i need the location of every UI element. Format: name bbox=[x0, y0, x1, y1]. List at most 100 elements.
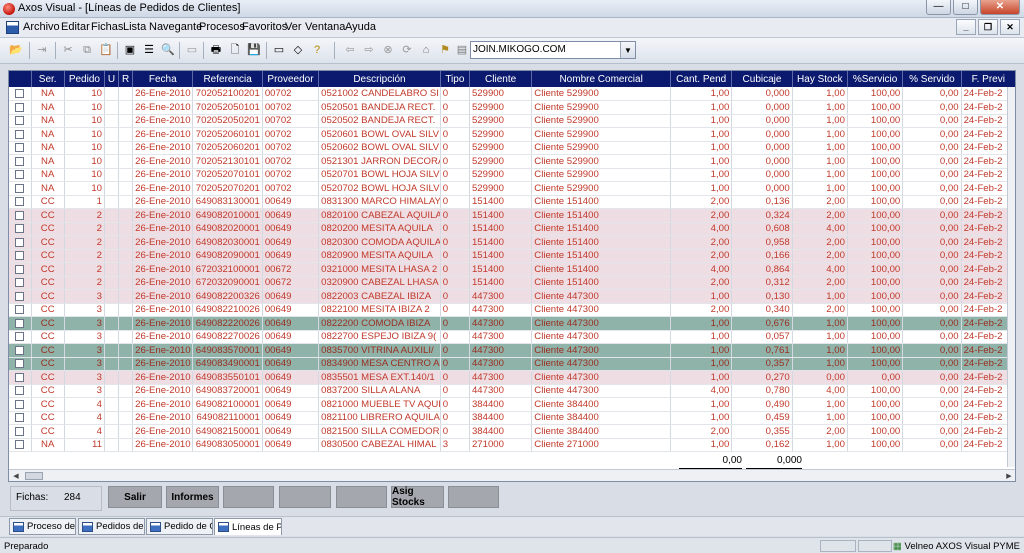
bookmark-icon[interactable]: ⚑ bbox=[437, 42, 453, 58]
table-row[interactable]: NA 10 26-Ene-2010 702052060101 00702 0520601 … bbox=[9, 127, 1015, 142]
row-checkbox[interactable] bbox=[15, 197, 25, 207]
scroll-left-icon[interactable]: ◀ bbox=[9, 470, 23, 481]
table-row[interactable]: CC 3 26-Ene-2010 649083570001 00649 0835700 V… bbox=[9, 343, 1015, 358]
table-row[interactable]: CC 4 26-Ene-2010 649082100001 00649 0821000 M… bbox=[9, 397, 1015, 412]
row-checkbox[interactable] bbox=[15, 305, 25, 315]
refresh-icon[interactable]: ⟳ bbox=[399, 42, 415, 58]
table-row[interactable]: CC 2 26-Ene-2010 649082090001 00649 0820900 M… bbox=[9, 249, 1015, 263]
row-checkbox[interactable] bbox=[15, 372, 25, 382]
menu-navegante[interactable]: Navegante bbox=[149, 21, 202, 33]
table-row[interactable]: CC 4 26-Ene-2010 649082110001 00649 0821100 L… bbox=[9, 411, 1015, 425]
tab-pedido-cliente[interactable]: Pedido de C... bbox=[146, 518, 213, 535]
blank-button-3[interactable] bbox=[336, 486, 387, 508]
maximize-button[interactable]: □ bbox=[953, 0, 978, 15]
menu-editar[interactable]: Editar bbox=[61, 21, 90, 33]
row-checkbox[interactable] bbox=[15, 183, 25, 193]
column-header-u[interactable]: U bbox=[104, 71, 120, 87]
table-row[interactable]: CC 2 26-Ene-2010 649082010001 00649 0820100 C… bbox=[9, 208, 1015, 223]
minimize-button[interactable]: — bbox=[926, 0, 951, 15]
column-header-r[interactable]: R bbox=[118, 71, 134, 87]
row-checkbox[interactable] bbox=[15, 156, 25, 166]
column-header-hay-stock[interactable]: Hay Stock bbox=[792, 71, 848, 87]
blank-button-2[interactable] bbox=[279, 486, 331, 508]
table-row[interactable]: NA 10 26-Ene-2010 702052070201 00702 0520702 … bbox=[9, 181, 1015, 196]
print-icon[interactable]: 🖶 bbox=[208, 42, 224, 58]
print-preview-icon[interactable]: 🗋 bbox=[227, 42, 243, 58]
row-checkbox[interactable] bbox=[15, 210, 25, 220]
table-row[interactable]: CC 2 26-Ene-2010 649082030001 00649 0820300 C… bbox=[9, 235, 1015, 250]
row-checkbox[interactable] bbox=[15, 426, 25, 436]
table-row[interactable]: CC 3 26-Ene-2010 649083550101 00649 0835501 M… bbox=[9, 370, 1015, 385]
row-checkbox[interactable] bbox=[15, 129, 25, 139]
paste-icon[interactable]: 📋 bbox=[98, 42, 114, 58]
table-row[interactable]: NA 10 26-Ene-2010 702052050201 00702 0520502 … bbox=[9, 114, 1015, 128]
mdi-restore-button[interactable]: ❐ bbox=[978, 19, 998, 35]
eraser-icon[interactable]: ◇ bbox=[290, 42, 306, 58]
tab-lineas-pedido[interactable]: Líneas de P... bbox=[214, 518, 282, 535]
row-checkbox[interactable] bbox=[15, 386, 25, 396]
row-checkbox[interactable] bbox=[15, 88, 25, 98]
chevron-down-icon[interactable]: ▼ bbox=[620, 42, 635, 58]
back-arrow-icon[interactable]: ⇦ bbox=[342, 42, 358, 58]
help-icon[interactable]: ? bbox=[309, 42, 325, 58]
column-header-cliente[interactable]: Cliente bbox=[469, 71, 533, 87]
row-checkbox[interactable] bbox=[15, 278, 25, 288]
row-checkbox[interactable] bbox=[15, 170, 25, 180]
column-header-pedido[interactable]: Pedido bbox=[64, 71, 106, 87]
menu-favoritos[interactable]: Favoritos bbox=[242, 21, 287, 33]
open-folder-icon[interactable]: 📂 bbox=[8, 42, 24, 58]
table-row[interactable]: CC 3 26-Ene-2010 649083490001 00649 0834900 M… bbox=[9, 357, 1015, 371]
table-row[interactable]: CC 2 26-Ene-2010 649082020001 00649 0820200 M… bbox=[9, 222, 1015, 236]
table-row[interactable]: CC 4 26-Ene-2010 649082150001 00649 0821500 S… bbox=[9, 424, 1015, 439]
row-checkbox[interactable] bbox=[15, 318, 25, 328]
row-checkbox[interactable] bbox=[15, 359, 25, 369]
copy-icon[interactable]: ⧉ bbox=[79, 42, 95, 58]
table-row[interactable]: CC 2 26-Ene-2010 672032100001 00672 0321000 M… bbox=[9, 262, 1015, 277]
row-checkbox[interactable] bbox=[15, 224, 25, 234]
search-icon[interactable]: 🔍 bbox=[160, 42, 176, 58]
column-header-ser[interactable]: Ser. bbox=[31, 71, 65, 87]
row-checkbox[interactable] bbox=[15, 291, 25, 301]
document-window-icon[interactable] bbox=[6, 21, 19, 34]
table-row[interactable]: NA 10 26-Ene-2010 702052130101 00702 0521301 … bbox=[9, 154, 1015, 169]
menu-archivo[interactable]: Archivo bbox=[23, 21, 60, 33]
table-row[interactable]: NA 11 26-Ene-2010 649083050001 00649 0830500 … bbox=[9, 438, 1015, 452]
table-row[interactable]: CC 1 26-Ene-2010 649083130001 00649 0831300 M… bbox=[9, 195, 1015, 209]
row-checkbox[interactable] bbox=[15, 399, 25, 409]
asig-stocks-button[interactable]: Asig Stocks bbox=[391, 486, 444, 508]
mdi-close-button[interactable]: ✕ bbox=[1000, 19, 1020, 35]
table-row[interactable]: CC 3 26-Ene-2010 649082220026 00649 0822200 C… bbox=[9, 316, 1015, 331]
column-header-servido[interactable]: % Servido bbox=[902, 71, 962, 87]
scroll-right-icon[interactable]: ▶ bbox=[1002, 470, 1015, 481]
column-header-fecha[interactable]: Fecha bbox=[132, 71, 194, 87]
column-header-nombre-comercial[interactable]: Nombre Comercial bbox=[531, 71, 672, 87]
menu-ver[interactable]: Ver bbox=[285, 21, 302, 33]
history-icon[interactable]: ▤ bbox=[454, 42, 470, 58]
row-checkbox[interactable] bbox=[15, 116, 25, 126]
row-checkbox[interactable] bbox=[15, 332, 25, 342]
row-checkbox[interactable] bbox=[15, 440, 25, 450]
ruler-icon[interactable]: ▭ bbox=[184, 42, 200, 58]
row-checkbox[interactable] bbox=[15, 237, 25, 247]
row-checkbox[interactable] bbox=[15, 102, 25, 112]
column-header-f-prevista[interactable]: F. Previ bbox=[961, 71, 1015, 87]
vertical-scrollbar[interactable] bbox=[1007, 87, 1015, 467]
scroll-thumb[interactable] bbox=[25, 472, 43, 480]
blank-button-1[interactable] bbox=[223, 486, 274, 508]
menu-ayuda[interactable]: Ayuda bbox=[345, 21, 376, 33]
save-icon[interactable]: 💾 bbox=[246, 42, 262, 58]
horizontal-scrollbar[interactable]: ◀ ▶ bbox=[9, 469, 1015, 481]
row-checkbox[interactable] bbox=[15, 345, 25, 355]
table-row[interactable]: CC 3 26-Ene-2010 649082200326 00649 0822003 C… bbox=[9, 289, 1015, 304]
address-combo[interactable]: JOIN.MIKOGO.COM ▼ bbox=[470, 41, 636, 59]
column-header-cant-pend[interactable]: Cant. Pend bbox=[670, 71, 733, 87]
row-checkbox[interactable] bbox=[15, 251, 25, 261]
table-row[interactable]: CC 3 26-Ene-2010 649083720001 00649 0837200 S… bbox=[9, 384, 1015, 398]
window-icon[interactable]: ▣ bbox=[122, 42, 138, 58]
row-checkbox[interactable] bbox=[15, 413, 25, 423]
table-row[interactable]: CC 2 26-Ene-2010 672032090001 00672 0320900 C… bbox=[9, 276, 1015, 290]
table-row[interactable]: CC 3 26-Ene-2010 649082210026 00649 0822100 M… bbox=[9, 303, 1015, 317]
mdi-minimize-button[interactable]: _ bbox=[956, 19, 976, 35]
home-icon[interactable]: ⌂ bbox=[418, 42, 434, 58]
cut-icon[interactable]: ✂ bbox=[60, 42, 76, 58]
